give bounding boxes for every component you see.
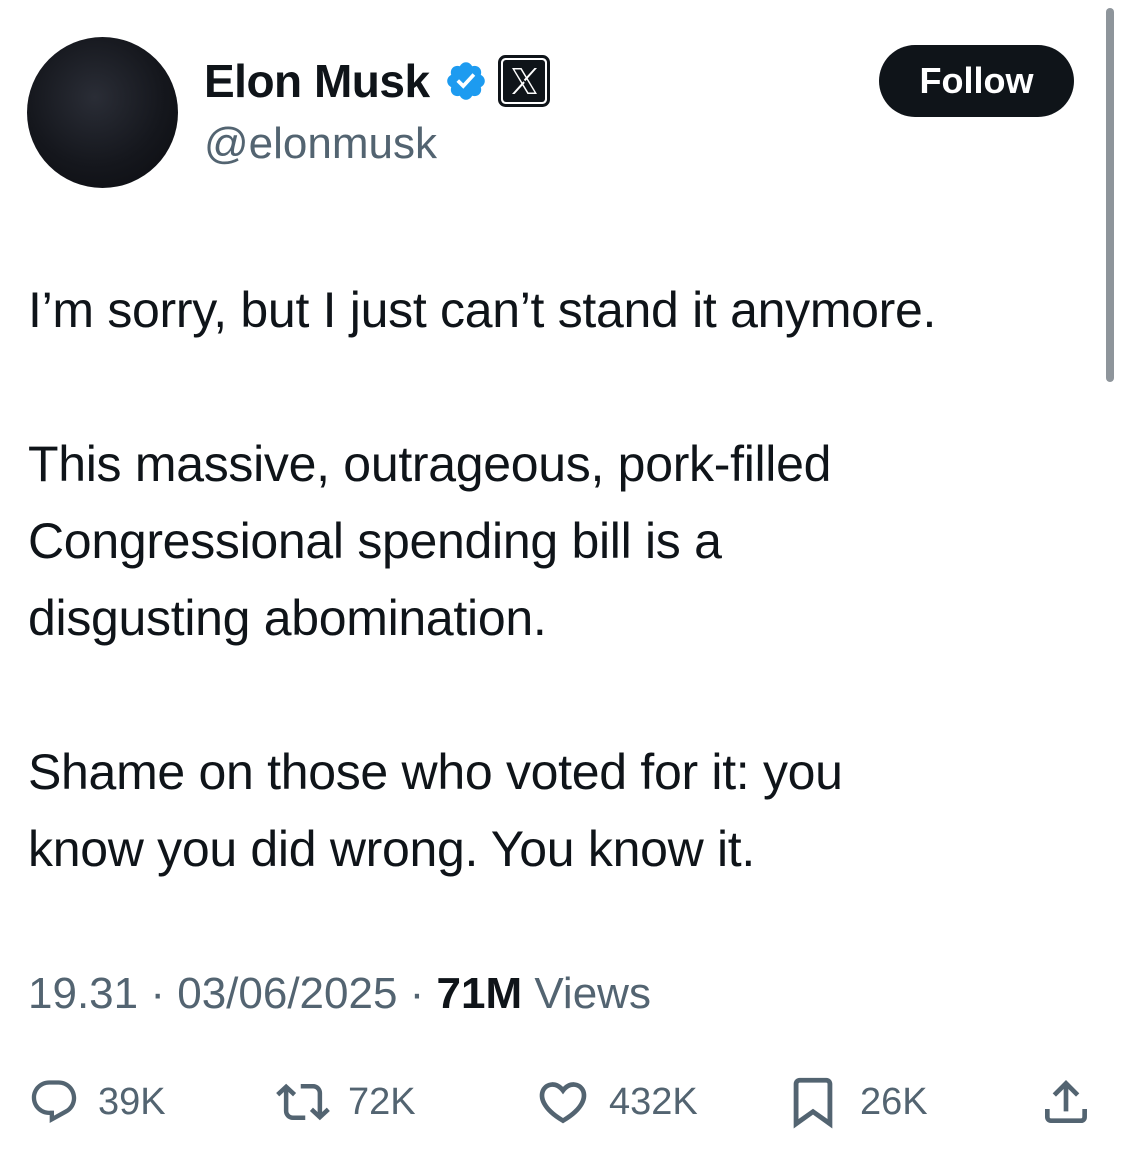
meta-separator: ·	[397, 969, 437, 1018]
share-button[interactable]	[1038, 1070, 1094, 1134]
bookmark-count: 26K	[860, 1080, 928, 1123]
scrollbar[interactable]	[1106, 8, 1114, 382]
like-count: 432K	[609, 1080, 698, 1123]
tweet-paragraph: I’m sorry, but I just can’t stand it any…	[28, 282, 937, 338]
avatar[interactable]	[27, 37, 178, 188]
action-bar: 39K 72K 432K 26K	[0, 1070, 1125, 1134]
bookmark-icon	[793, 1077, 833, 1129]
verified-badge-icon[interactable]	[444, 59, 488, 103]
bookmark-button[interactable]: 26K	[784, 1070, 928, 1134]
tweet-date[interactable]: 03/06/2025	[177, 969, 397, 1018]
repost-count: 72K	[348, 1080, 416, 1123]
tweet-text: I’m sorry, but I just can’t stand it any…	[28, 272, 1098, 888]
reply-icon	[31, 1080, 77, 1124]
like-button[interactable]: 432K	[535, 1070, 698, 1134]
repost-button[interactable]: 72K	[276, 1070, 416, 1134]
reply-count: 39K	[98, 1080, 166, 1123]
views-label: Views	[522, 969, 651, 1018]
share-icon	[1045, 1080, 1087, 1123]
heart-icon	[539, 1082, 587, 1124]
reply-button[interactable]: 39K	[28, 1070, 166, 1134]
display-name[interactable]: Elon Musk	[204, 52, 430, 110]
follow-button[interactable]: Follow	[879, 45, 1074, 117]
tweet-paragraph: Shame on those who voted for it: you kno…	[28, 744, 843, 877]
x-logo-icon[interactable]	[497, 55, 550, 107]
tweet-meta: 19.31 · 03/06/2025 · 71M Views	[28, 964, 651, 1024]
meta-separator: ·	[138, 969, 178, 1018]
tweet-time[interactable]: 19.31	[28, 969, 138, 1018]
author-name-row: Elon Musk	[204, 52, 550, 110]
author-handle[interactable]: @elonmusk	[204, 116, 437, 172]
tweet-paragraph: This massive, outrageous, pork-filled Co…	[28, 436, 832, 646]
views-count[interactable]: 71M	[437, 969, 523, 1018]
repost-icon	[276, 1083, 330, 1121]
